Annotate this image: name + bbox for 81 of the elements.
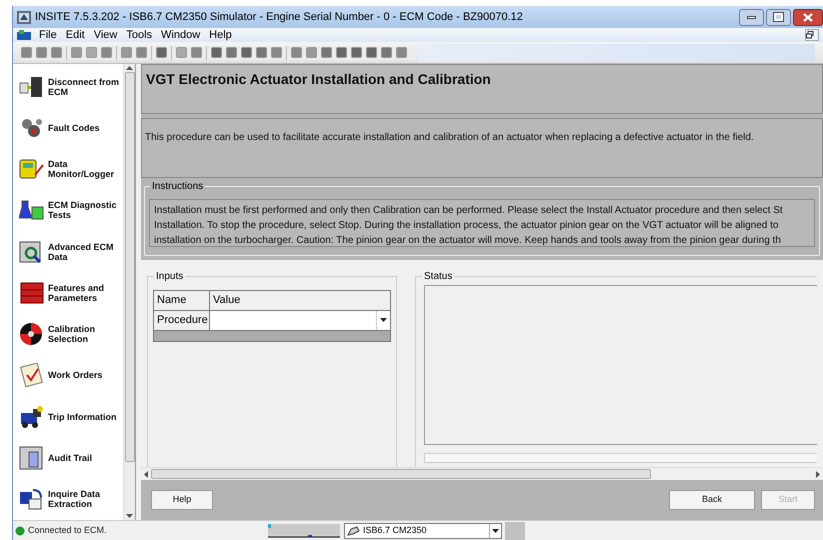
instructions-text: Installation must be first performed and only then Calibration can be performed. Please select the Install Actuator procedure and then select St Installation. To stop the procedure, select Stop. During the installation process, the actuator pinion gear on the VGT actuator will be aligned to installation on the turbocharger. Caution: The pinion gear on the actuator will move. Keep hands and tools away from the pinion gear during th — [149, 199, 815, 247]
sidebar-item[interactable]: ECM Diagnostic Tests — [48, 200, 120, 220]
flask-icon — [19, 198, 45, 222]
toolbar-icon[interactable] — [256, 47, 267, 58]
column-header: Name — [154, 291, 210, 310]
sidebar-item[interactable]: Inquire Data Extraction — [48, 489, 120, 510]
toolbar-icon[interactable] — [156, 47, 167, 58]
toolbar-icon[interactable] — [306, 47, 317, 58]
toolbar-icon[interactable] — [86, 47, 97, 58]
status-dot-icon — [15, 526, 25, 536]
toolbar-icon[interactable] — [381, 47, 392, 58]
scroll-up-icon[interactable] — [126, 66, 133, 70]
toolbar-icon[interactable] — [176, 47, 187, 58]
sidebar-item[interactable]: Audit Trail — [48, 453, 120, 464]
column-header: Value — [212, 293, 242, 308]
document-icon — [19, 446, 45, 470]
toolbar-icon[interactable] — [21, 47, 32, 58]
toolbar-icon[interactable] — [191, 47, 202, 58]
scroll-down-icon[interactable] — [126, 514, 133, 518]
toolbar-icon[interactable] — [211, 47, 222, 58]
vertical-scrollbar[interactable] — [123, 64, 135, 520]
device-dropdown[interactable]: ISB6.7 CM2350 — [344, 522, 502, 538]
sidebar-item[interactable]: Work Orders — [48, 370, 120, 380]
restore-icon — [806, 31, 814, 39]
toolbar-icon[interactable] — [36, 47, 47, 58]
app-menu-icon[interactable] — [17, 30, 31, 40]
scroll-right-icon[interactable] — [816, 470, 820, 478]
value-dropdown[interactable] — [210, 310, 390, 330]
scroll-thumb[interactable] — [151, 469, 651, 479]
connection-status: Connected to ECM. — [28, 524, 108, 537]
restore-button[interactable] — [805, 29, 819, 41]
toolbar-icon[interactable] — [136, 47, 147, 58]
toolbar-icon[interactable] — [366, 47, 377, 58]
toolbar-icon[interactable] — [321, 47, 332, 58]
dropdown-arrow-icon[interactable] — [376, 310, 390, 330]
horizontal-scrollbar[interactable] — [141, 467, 823, 480]
toolbar-icon[interactable] — [71, 47, 82, 58]
toolbar-icon[interactable] — [271, 47, 282, 58]
sidebar-item[interactable]: Disconnect from ECM — [48, 76, 120, 97]
app-icon — [17, 10, 31, 24]
help-button[interactable]: Help — [151, 490, 213, 510]
scroll-left-icon[interactable] — [144, 470, 148, 478]
minimize-button[interactable] — [739, 8, 764, 26]
truck-icon — [19, 404, 45, 429]
menu-item[interactable]: Tools — [126, 26, 152, 44]
close-icon — [803, 12, 813, 22]
sidebar-item[interactable]: Calibration Selection — [48, 324, 120, 344]
cabinet-icon — [19, 280, 45, 305]
sidebar-item[interactable]: Features and Parameters — [48, 282, 120, 303]
data-transfer-icon — [19, 487, 45, 512]
connector-icon — [347, 524, 361, 536]
toolbar-icon[interactable] — [351, 47, 362, 58]
disc-icon — [19, 322, 45, 346]
toolbar-icon[interactable] — [101, 47, 112, 58]
toolbar-icon[interactable] — [396, 47, 407, 58]
sidebar-item[interactable]: Fault Codes — [48, 122, 120, 133]
meter-icon — [19, 157, 45, 182]
menu-item[interactable]: Window — [161, 26, 200, 44]
toolbar-icon[interactable] — [241, 47, 252, 58]
menu-item[interactable]: View — [94, 26, 118, 44]
menu-item[interactable]: Help — [209, 26, 232, 44]
device-icon — [19, 74, 45, 99]
page-title: VGT Electronic Actuator Installation and Calibration — [146, 71, 491, 87]
maximize-button[interactable] — [766, 8, 791, 26]
sidebar-item[interactable]: Advanced ECM Data — [48, 242, 120, 262]
scroll-thumb[interactable] — [124, 72, 134, 462]
close-button[interactable] — [793, 8, 823, 26]
toolbar-icon[interactable] — [51, 47, 62, 58]
window-title: INSITE 7.5.3.202 - ISB6.7 CM2350 Simulator - Engine Serial Number - 0 - ECM Code - BZ90070.12 — [35, 10, 524, 25]
toolbar-icon[interactable] — [336, 47, 347, 58]
menu-item[interactable]: File — [39, 26, 57, 44]
sidebar-item[interactable]: Data Monitor/Logger — [48, 159, 120, 180]
group-label: Inputs — [154, 269, 186, 284]
toolbar-icon[interactable] — [121, 47, 132, 58]
action-button[interactable]: Back — [669, 490, 755, 510]
description-text: This procedure can be used to facilitate accurate installation and calibration of an actuator when replacing a defective actuator in the field. — [145, 132, 754, 143]
dropdown-arrow-icon[interactable] — [489, 524, 501, 538]
toolbar-icon[interactable] — [226, 47, 237, 58]
menu-item[interactable]: Edit — [66, 26, 85, 44]
toolbar-icon[interactable] — [291, 47, 302, 58]
sidebar-item[interactable]: Trip Information — [48, 412, 120, 422]
